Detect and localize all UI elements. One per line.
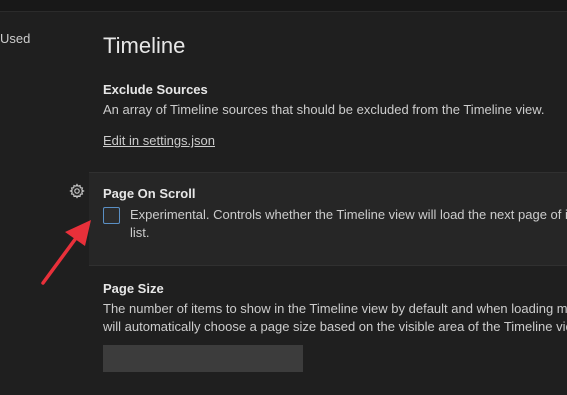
page-on-scroll-checkbox[interactable] [103,207,120,224]
settings-header-strip [0,0,567,12]
page-on-scroll-title: Page On Scroll [103,186,196,201]
gear-icon[interactable] [69,183,85,199]
page-size-input[interactable] [103,345,303,372]
edit-in-settings-json-link[interactable]: Edit in settings.json [103,133,215,149]
exclude-sources-title: Exclude Sources [103,82,208,97]
section-title: Timeline [103,33,186,58]
red-arrow-annotation [41,220,91,285]
page-on-scroll-description-line2: list. [130,225,150,240]
page-size-description-line2: will automatically choose a page size ba… [103,319,567,334]
page-on-scroll-description-line1: Experimental. Controls whether the Timel… [130,207,567,222]
toc-item-used[interactable]: Used [0,31,30,46]
exclude-sources-description: An array of Timeline sources that should… [103,102,545,117]
page-size-title: Page Size [103,281,164,296]
page-size-description-line1: The number of items to show in the Timel… [103,301,567,316]
settings-editor: Used Timeline Exclude Sources An array o… [0,0,567,395]
